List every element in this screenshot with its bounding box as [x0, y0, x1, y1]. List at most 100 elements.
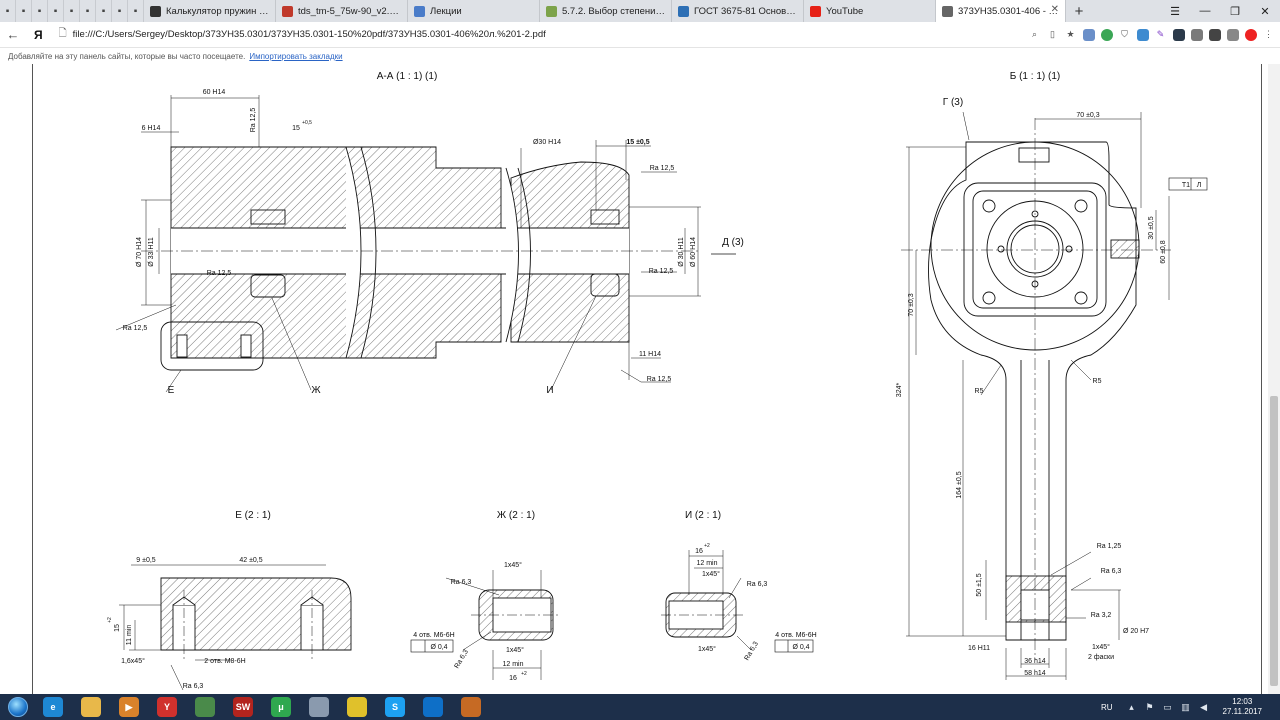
extension-icon[interactable]: ▪	[32, 0, 48, 22]
tab[interactable]: 373УН35.0301-406 - Лис ✕	[936, 0, 1066, 22]
roughness-label: Ra 3,2	[1091, 612, 1112, 619]
taskbar-app-button[interactable]	[340, 694, 374, 720]
star-icon[interactable]: ★	[1063, 27, 1078, 42]
dim-label: 164 ±0,5	[956, 471, 963, 498]
start-button[interactable]	[0, 694, 36, 720]
settings-icon[interactable]: ▪	[0, 0, 16, 22]
taskbar-app-button[interactable]	[74, 694, 108, 720]
extension-icon[interactable]: ▪	[80, 0, 96, 22]
arrow-up-icon[interactable]: ▴	[1125, 700, 1139, 714]
label-zh: Ж	[311, 385, 321, 396]
technical-drawing: А-А (1 : 1) (1) 60 H14 6 H14 Ra 12,5 15 …	[107, 71, 1208, 691]
menu-icon[interactable]: ☰	[1160, 0, 1190, 22]
taskbar-app-button[interactable]: ▶	[112, 694, 146, 720]
thread-label: 4 отв. M6-6H	[413, 632, 454, 639]
tab[interactable]: tds_tm-5_75w-90_v2.2_180	[276, 0, 408, 22]
taskbar-app-button[interactable]	[416, 694, 450, 720]
extension-icon[interactable]	[1135, 27, 1150, 42]
ie-icon: e	[43, 697, 63, 717]
extension-icon[interactable]: ▪	[48, 0, 64, 22]
scrollbar-thumb[interactable]	[1270, 396, 1278, 686]
taskbar-app-button[interactable]: μ	[264, 694, 298, 720]
tab[interactable]: Лекции	[408, 0, 540, 22]
import-bookmarks-link[interactable]: Импортировать закладки	[249, 52, 342, 61]
close-tab-icon[interactable]: ✕	[1051, 4, 1059, 15]
bookmarks-hint: Добавляйте на эту панель сайты, которые …	[8, 51, 246, 61]
extension-icon[interactable]	[1171, 27, 1186, 42]
time: 12:03	[1232, 697, 1253, 706]
detail-e	[119, 564, 352, 691]
roughness-label: Ra 6,3	[747, 581, 768, 588]
tab-title: Калькулятор пружин сжат	[166, 5, 269, 17]
reader-icon[interactable]: ▯	[1045, 27, 1060, 42]
tab-title: Лекции	[430, 5, 462, 17]
tab-title: YouTube	[826, 5, 864, 17]
dim-label: 15 ±0,5	[626, 139, 649, 146]
volume-icon[interactable]: ◀	[1197, 700, 1211, 714]
dim-label: 16	[509, 675, 517, 682]
dim-label: 60 H14	[203, 89, 226, 96]
extension-icon[interactable]	[1189, 27, 1204, 42]
extension-icon[interactable]	[1243, 27, 1258, 42]
taskbar-app-button[interactable]	[454, 694, 488, 720]
position-tolerance-label: Ø 0,4	[430, 644, 447, 651]
extension-icon[interactable]	[1207, 27, 1222, 42]
search-icon[interactable]: ⌕	[1027, 27, 1042, 42]
taskbar-app-button[interactable]: S	[378, 694, 412, 720]
dim-label: 324*	[896, 383, 903, 398]
label-e: Е	[168, 385, 175, 396]
yandex-button[interactable]: Я	[34, 28, 43, 42]
url-field[interactable]: file:///C:/Users/Sergey/Desktop/373УН35.…	[73, 29, 1027, 40]
tolerance-label: +0,5	[302, 120, 312, 126]
tab[interactable]: YouTube	[804, 0, 936, 22]
windows-logo-icon	[8, 697, 28, 717]
language-indicator[interactable]: RU	[1101, 703, 1113, 712]
minimize-button[interactable]: —	[1190, 0, 1220, 22]
new-tab-button[interactable]: +	[1066, 0, 1092, 22]
tab[interactable]: Калькулятор пружин сжат	[144, 0, 276, 22]
dim-label: 70 ±0,3	[908, 293, 915, 316]
taskbar-app-button[interactable]	[302, 694, 336, 720]
dim-label: 30 ±0,5	[1148, 216, 1155, 239]
tab-list: Калькулятор пружин сжат tds_tm-5_75w-90_v…	[144, 0, 1066, 22]
tab-title: 5.7.2. Выбор степени точнс	[562, 5, 665, 17]
back-button[interactable]: ←	[0, 22, 26, 48]
flag-icon[interactable]: ⚑	[1143, 700, 1157, 714]
roughness-label: Ra 6,3	[744, 640, 760, 661]
document-icon: 🗋	[58, 28, 67, 39]
network-icon[interactable]: ▥	[1179, 700, 1193, 714]
extension-icon[interactable]: ▪	[64, 0, 80, 22]
close-button[interactable]: ✕	[1250, 0, 1280, 22]
monitor-icon[interactable]: ▭	[1161, 700, 1175, 714]
dim-label: 36 h14	[1024, 658, 1046, 665]
taskbar-app-button[interactable]	[188, 694, 222, 720]
dim-label: 50 ±1,5	[976, 573, 983, 596]
paypal-icon[interactable]: ▪	[96, 0, 112, 22]
taskbar-app-button[interactable]: SW	[226, 694, 260, 720]
roughness-label: Ra 12,5	[250, 108, 257, 133]
media-icon: ▶	[119, 697, 139, 717]
maximize-button[interactable]: ❐	[1220, 0, 1250, 22]
pen-icon[interactable]: ✎	[1153, 27, 1168, 42]
tab[interactable]: 5.7.2. Выбор степени точнс	[540, 0, 672, 22]
extension-icon[interactable]	[1225, 27, 1240, 42]
extension-icon[interactable]: ▪	[112, 0, 128, 22]
extension-icon[interactable]: ▪	[16, 0, 32, 22]
window-controls: ☰ — ❐ ✕	[1160, 0, 1280, 22]
pdf-viewer: А-А (1 : 1) (1) 60 H14 6 H14 Ra 12,5 15 …	[0, 64, 1280, 694]
tab[interactable]: ГОСТ 3675-81 Основные н	[672, 0, 804, 22]
extension-icon[interactable]	[1099, 27, 1114, 42]
taskbar-app-button[interactable]: Y	[150, 694, 184, 720]
view-b	[901, 111, 1208, 680]
vertical-scrollbar[interactable]	[1268, 64, 1280, 694]
extension-icon[interactable]: ▪	[128, 0, 144, 22]
radius-label: R5	[975, 388, 984, 395]
shield-icon[interactable]: ⛉	[1117, 27, 1132, 42]
dim-label: 15	[114, 624, 121, 632]
dim-label: Ø 33 H11	[148, 237, 155, 267]
sync-icon[interactable]	[1081, 27, 1096, 42]
more-icon[interactable]: ⋮	[1261, 27, 1276, 42]
taskbar-app-button[interactable]: e	[36, 694, 70, 720]
dim-label: Ø 30 H11	[678, 237, 685, 267]
clock[interactable]: 12:03 27.11.2017	[1223, 697, 1262, 717]
